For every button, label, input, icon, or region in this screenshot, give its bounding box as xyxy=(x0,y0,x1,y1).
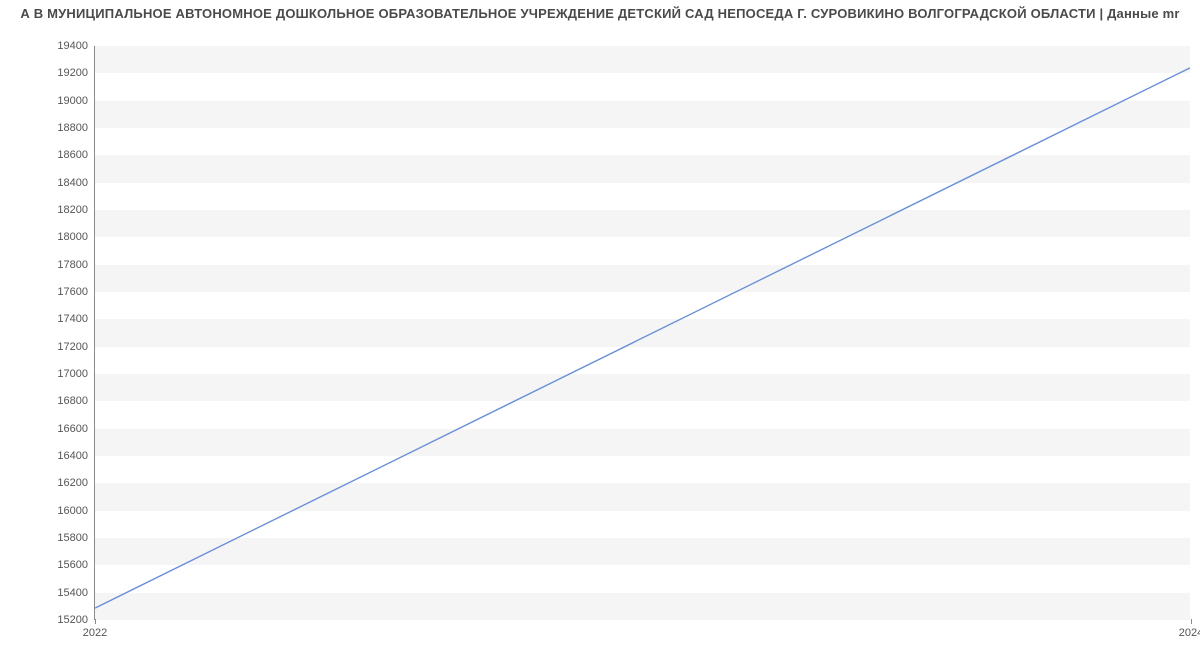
y-tick-label: 16000 xyxy=(8,505,88,517)
y-tick-label: 17000 xyxy=(8,368,88,380)
x-tick-label: 2022 xyxy=(83,627,107,639)
y-tick-label: 18000 xyxy=(8,231,88,243)
y-tick-label: 18400 xyxy=(8,177,88,189)
y-tick-label: 15800 xyxy=(8,532,88,544)
y-tick-label: 16200 xyxy=(8,477,88,489)
y-tick-label: 15200 xyxy=(8,614,88,626)
y-tick-label: 19200 xyxy=(8,67,88,79)
y-tick-label: 17800 xyxy=(8,259,88,271)
plot-area: 20222024 xyxy=(94,46,1190,620)
y-tick-label: 15600 xyxy=(8,559,88,571)
y-tick-label: 19000 xyxy=(8,95,88,107)
y-tick-label: 17400 xyxy=(8,313,88,325)
x-tick-mark xyxy=(95,619,96,624)
y-tick-label: 19400 xyxy=(8,40,88,52)
y-tick-label: 15400 xyxy=(8,587,88,599)
chart-container: 20222024 1520015400156001580016000162001… xyxy=(0,26,1200,650)
y-tick-label: 16800 xyxy=(8,395,88,407)
y-tick-label: 17200 xyxy=(8,341,88,353)
y-tick-label: 16600 xyxy=(8,423,88,435)
y-tick-label: 16400 xyxy=(8,450,88,462)
y-tick-label: 18200 xyxy=(8,204,88,216)
y-tick-label: 18600 xyxy=(8,149,88,161)
x-tick-label: 2024 xyxy=(1179,627,1200,639)
x-tick-mark xyxy=(1191,619,1192,624)
data-line xyxy=(95,68,1190,608)
line-svg xyxy=(95,46,1190,619)
chart-title: А В МУНИЦИПАЛЬНОЕ АВТОНОМНОЕ ДОШКОЛЬНОЕ … xyxy=(0,0,1200,21)
y-tick-label: 18800 xyxy=(8,122,88,134)
y-tick-label: 17600 xyxy=(8,286,88,298)
